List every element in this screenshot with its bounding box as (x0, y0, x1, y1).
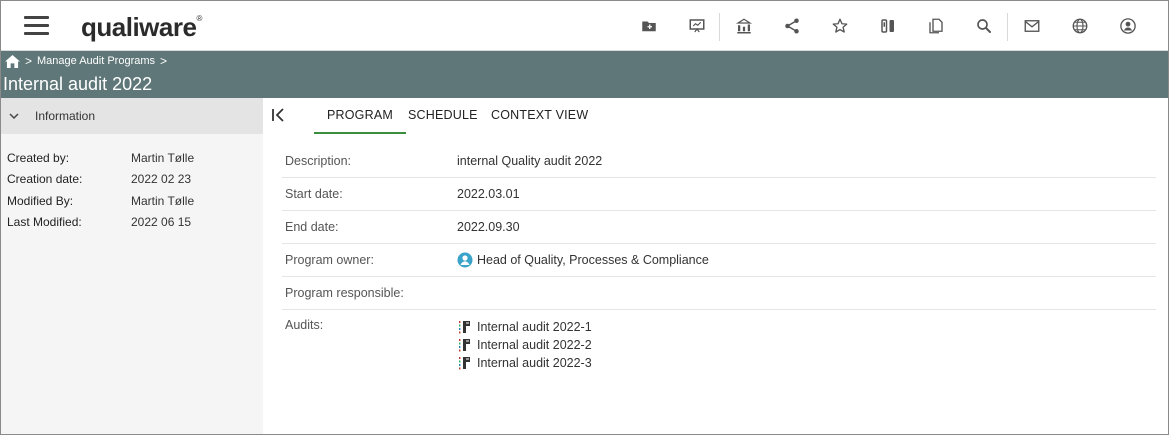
property-label: Start date: (285, 187, 343, 201)
presentation-icon[interactable] (684, 13, 710, 39)
property-label: Program owner: (285, 253, 374, 267)
breadcrumb-separator: > (25, 54, 33, 68)
program-owner-name: Head of Quality, Processes & Compliance (477, 253, 709, 267)
chevron-down-icon[interactable] (9, 112, 21, 120)
audit-name: Internal audit 2022-1 (477, 320, 592, 334)
property-row-description: Description: internal Quality audit 2022 (282, 145, 1156, 178)
audit-icon (457, 355, 473, 371)
page-title: Internal audit 2022 (3, 74, 153, 94)
app-window: qualiware® > Manage Audit Programs > Int… (0, 0, 1169, 435)
person-icon (457, 252, 473, 268)
info-label: Last Modified: (7, 215, 82, 230)
info-panel-title: Information (35, 109, 96, 123)
search-icon[interactable] (971, 13, 997, 39)
property-row-program-responsible: Program responsible: (282, 277, 1156, 310)
tab-schedule[interactable]: SCHEDULE (408, 108, 478, 122)
page-header: > Manage Audit Programs > Internal audit… (1, 51, 1168, 98)
property-label: Program responsible: (285, 286, 404, 300)
mail-icon[interactable] (1019, 13, 1045, 39)
collapse-panel-icon[interactable] (271, 107, 289, 125)
audit-icon (457, 337, 473, 353)
home-icon[interactable] (5, 54, 20, 68)
property-label: Description: (285, 154, 351, 168)
qualiware-logo[interactable]: qualiware® (81, 12, 202, 43)
audit-link[interactable]: Internal audit 2022-3 (457, 354, 592, 372)
audit-icon (457, 319, 473, 335)
info-label: Creation date: (7, 172, 83, 187)
hierarchy-icon[interactable] (731, 13, 757, 39)
info-value: Martin Tølle (131, 150, 195, 165)
property-value: 2022.03.01 (457, 187, 520, 201)
tab-program[interactable]: PROGRAM (314, 108, 406, 134)
breadcrumb-item-manage-audit-programs[interactable]: Manage Audit Programs (37, 55, 155, 67)
info-value: 2022 02 23 (131, 172, 192, 187)
folder-icon[interactable] (636, 13, 662, 39)
info-label: Created by: (7, 150, 70, 165)
audit-link[interactable]: Internal audit 2022-2 (457, 336, 592, 354)
info-label: Modified By: (7, 193, 74, 208)
tab-bar: PROGRAM SCHEDULE CONTEXT VIEW (263, 98, 1168, 134)
property-row-end-date: End date: 2022.09.30 (282, 211, 1156, 244)
copy-icon[interactable] (923, 13, 949, 39)
property-value: internal Quality audit 2022 (457, 154, 603, 168)
info-row-creation-date: Creation date: 2022 02 23 (7, 169, 263, 191)
audit-link[interactable]: Internal audit 2022-1 (457, 318, 592, 336)
property-value: 2022.09.30 (457, 220, 520, 234)
hamburger-menu-icon[interactable] (24, 16, 49, 36)
info-panel-header[interactable]: Information (1, 98, 263, 134)
info-panel: Information Created by: Martin Tølle Cre… (1, 98, 263, 434)
main-content: PROGRAM SCHEDULE CONTEXT VIEW Descriptio… (263, 98, 1168, 434)
breadcrumb-separator: > (160, 54, 168, 68)
info-row-created-by: Created by: Martin Tølle (7, 147, 263, 169)
top-bar: qualiware® (1, 1, 1168, 51)
program-properties: Description: internal Quality audit 2022… (282, 145, 1156, 372)
audit-name: Internal audit 2022-2 (477, 338, 592, 352)
tab-context-view[interactable]: CONTEXT VIEW (491, 108, 588, 122)
share-icon[interactable] (779, 13, 805, 39)
info-value: 2022 06 15 (131, 215, 192, 230)
info-row-last-modified: Last Modified: 2022 06 15 (7, 212, 263, 234)
property-row-program-owner: Program owner: Head of Quality, Processe… (282, 244, 1156, 277)
property-row-audits: Audits: Internal audit 2022-1 Internal a… (282, 310, 1156, 372)
property-row-start-date: Start date: 2022.03.01 (282, 178, 1156, 211)
property-label: Audits: (285, 318, 324, 332)
program-owner-link[interactable]: Head of Quality, Processes & Compliance (457, 252, 709, 268)
audit-list: Internal audit 2022-1 Internal audit 202… (457, 318, 592, 372)
property-label: End date: (285, 220, 339, 234)
user-icon[interactable] (1115, 13, 1141, 39)
info-table: Created by: Martin Tølle Creation date: … (1, 134, 263, 233)
compare-icon[interactable] (875, 13, 901, 39)
audit-name: Internal audit 2022-3 (477, 356, 592, 370)
breadcrumb: > Manage Audit Programs > (5, 54, 167, 68)
info-row-modified-by: Modified By: Martin Tølle (7, 190, 263, 212)
globe-icon[interactable] (1067, 13, 1093, 39)
star-icon[interactable] (827, 13, 853, 39)
info-value: Martin Tølle (131, 193, 195, 208)
